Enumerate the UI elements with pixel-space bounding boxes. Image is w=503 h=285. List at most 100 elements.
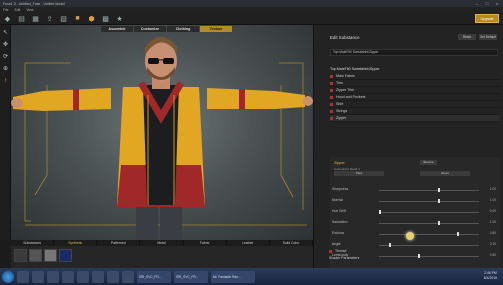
set-default-button[interactable]: Set Default (479, 34, 497, 40)
color-marker-icon (329, 249, 332, 253)
material-item[interactable]: Shirt (330, 101, 500, 108)
menu-file[interactable]: File (3, 8, 8, 12)
mouse-cursor-highlight (406, 232, 414, 240)
material-item[interactable]: Hood and Pockets (330, 94, 500, 101)
slider-track[interactable] (379, 234, 479, 235)
task-item-2[interactable]: SRI_SVC_FR... (174, 270, 208, 283)
slider-label: Sharpness (332, 187, 349, 191)
slider-track[interactable] (379, 201, 479, 202)
color-marker-icon (330, 109, 333, 113)
slider-normal[interactable]: Normal 1.00 (332, 198, 496, 204)
slider-track[interactable] (379, 212, 479, 213)
substance-thumbnail[interactable] (44, 249, 57, 262)
zoom-icon[interactable]: ⊕ (1, 64, 10, 73)
photoshop-icon[interactable] (77, 270, 89, 283)
slider-track[interactable] (379, 256, 479, 257)
panel-title: Edit Substance (330, 35, 360, 40)
3d-viewport[interactable]: Assemble Customize Clothing Texture (11, 25, 313, 240)
material-item[interactable]: Strings (330, 108, 500, 115)
taskbar: SRI_SVC_FR... SRI_SVC_FR... Mr. Fantasti… (0, 268, 503, 285)
tab-customize[interactable]: Customize (134, 26, 166, 32)
slider-track[interactable] (379, 223, 479, 224)
slider-value: 1.00 (489, 187, 496, 191)
chrome-icon[interactable] (62, 270, 74, 283)
tiles-button[interactable]: Tiles (334, 171, 384, 176)
toolbar: ◆ ▤ ▦ ⇪ ▧ ■ ⬢ ▩ ★ Upgrade (0, 12, 503, 25)
slider-knob[interactable] (457, 232, 460, 236)
slider-value: 0.50 (489, 253, 496, 257)
media-icon[interactable] (32, 270, 44, 283)
material-item[interactable]: Zipper Trim (330, 87, 500, 94)
substance-thumbnail[interactable] (29, 249, 42, 262)
material-item-thread[interactable]: Thread (329, 249, 346, 253)
slider-sharpness[interactable]: Sharpness 1.00 (332, 187, 496, 193)
save-icon[interactable]: ▦ (31, 14, 40, 23)
camera-icon[interactable]: ■ (73, 14, 82, 23)
task-item-1[interactable]: SRI_SVC_FR... (137, 270, 171, 283)
fuse-icon[interactable] (122, 270, 134, 283)
upgrade-button[interactable]: Upgrade (475, 14, 499, 23)
image-icon[interactable]: ▧ (59, 14, 68, 23)
thread-label: Thread (335, 249, 347, 253)
shader-parameters-header[interactable]: Shader Parameters (329, 256, 359, 260)
color-marker-icon (330, 81, 333, 85)
substance-thumbnail[interactable] (59, 249, 72, 262)
slider-label: Saturation (332, 220, 348, 224)
slider-label: Emboss (332, 231, 345, 235)
system-clock[interactable]: 2:46 PM 8/4/2015 (484, 271, 497, 281)
tab-clothing[interactable]: Clothing (167, 26, 199, 32)
slider-knob[interactable] (437, 199, 440, 203)
slider-saturation[interactable]: Saturation 1.00 (332, 220, 496, 226)
rotate-icon[interactable]: ⟳ (1, 52, 10, 61)
minimize-icon[interactable]: – (474, 1, 480, 6)
task-item-3[interactable]: Mr. Fantastic Ran... (211, 270, 255, 283)
fuse-logo-icon[interactable]: ◆ (3, 14, 12, 23)
grid-icon[interactable]: ▩ (101, 14, 110, 23)
cursor-icon[interactable]: ↖ (1, 28, 10, 37)
slider-knob[interactable] (437, 188, 440, 192)
slider-emboss[interactable]: Emboss 0.80 (332, 231, 496, 237)
material-label: Hood and Pockets (336, 95, 366, 99)
slider-knob[interactable] (418, 254, 421, 258)
material-label: Zipper Trim (336, 88, 355, 92)
browse-button[interactable]: Browse (420, 160, 437, 165)
tab-assemble[interactable]: Assemble (101, 26, 133, 32)
app-icon[interactable] (107, 270, 119, 283)
slider-knob[interactable] (379, 210, 381, 214)
upload-icon[interactable]: ⇪ (45, 14, 54, 23)
move-icon[interactable]: ✥ (1, 40, 10, 49)
tab-texture[interactable]: Texture (200, 26, 232, 32)
material-item[interactable]: Zipper (330, 115, 500, 122)
slider-knob[interactable] (388, 243, 391, 247)
maximize-icon[interactable]: □ (484, 1, 490, 6)
star-icon[interactable]: ★ (115, 14, 124, 23)
slider-label: Angle (332, 242, 341, 246)
slider-angle[interactable]: Angle 0.10 (332, 242, 496, 248)
slider-knob[interactable] (437, 221, 440, 225)
browser-icon[interactable] (47, 270, 59, 283)
explorer-icon[interactable] (17, 270, 29, 283)
close-icon[interactable]: × (494, 1, 500, 6)
slider-track[interactable] (379, 190, 479, 191)
substance-thumbnails (11, 246, 313, 268)
color-marker-icon (330, 95, 333, 99)
menu-edit[interactable]: Edit (14, 8, 20, 12)
box-icon[interactable]: ⬢ (87, 14, 96, 23)
folder-icon[interactable] (92, 270, 104, 283)
material-list: Main Fabric Trim Zipper Trim Hood and Pocke… (330, 73, 500, 122)
material-item[interactable]: Trim (330, 80, 500, 87)
folder-icon[interactable]: ▤ (17, 14, 26, 23)
menu-view[interactable]: View (26, 8, 33, 12)
substance-thumbnail[interactable] (14, 249, 27, 262)
slider-label: Hue Shift (332, 209, 346, 213)
gloss-button[interactable]: Gloss (420, 171, 470, 176)
character-model (11, 37, 313, 240)
material-item[interactable]: Main Fabric (330, 73, 500, 80)
slider-hue-shift[interactable]: Hue Shift 0.00 (332, 209, 496, 215)
slider-value: 0.00 (489, 209, 496, 213)
substance-path-field[interactable]: Top:MaleFit0 Sweatshirt/Zipper (330, 49, 498, 56)
start-button-icon[interactable] (2, 270, 14, 283)
reset-button[interactable]: Reset (458, 34, 476, 40)
pointer-icon[interactable]: ↑ (1, 76, 10, 85)
slider-track[interactable] (379, 245, 479, 246)
